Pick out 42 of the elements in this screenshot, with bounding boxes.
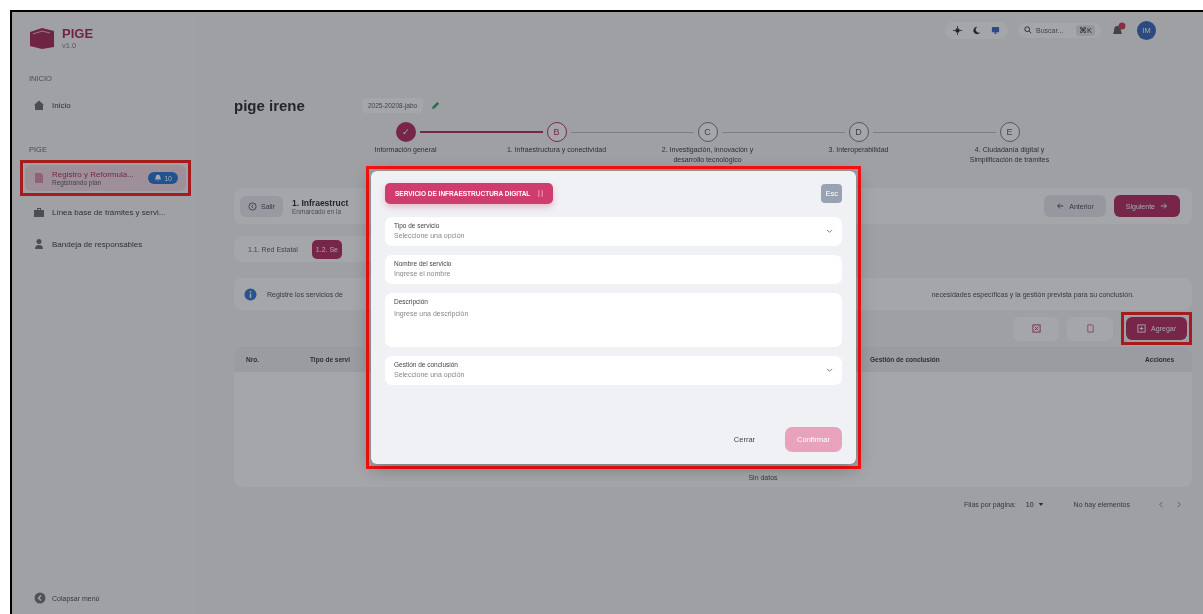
chevron-down-icon <box>826 229 833 234</box>
step-marker[interactable]: ✓ <box>395 122 416 142</box>
section-title: 1. Infraestruct <box>292 197 349 208</box>
bell-icon <box>154 174 163 182</box>
person-icon <box>33 238 45 250</box>
file-icon <box>1085 324 1095 333</box>
search-icon <box>1024 26 1032 34</box>
sun-icon[interactable] <box>953 25 962 35</box>
app-name: PIGE <box>62 26 94 41</box>
step-marker[interactable]: E <box>999 122 1020 142</box>
collapse-icon[interactable] <box>34 592 46 604</box>
previous-page-icon[interactable] <box>1158 501 1165 508</box>
excel-export-button[interactable] <box>1013 316 1060 341</box>
caret-down-icon <box>1037 502 1044 507</box>
x-square-icon <box>1031 324 1041 333</box>
book-logo-icon <box>28 26 56 50</box>
pdf-export-button[interactable] <box>1067 316 1114 341</box>
drag-handle-icon <box>538 189 544 198</box>
arrow-left-icon <box>1056 202 1065 210</box>
arrow-right-icon <box>1160 202 1168 210</box>
briefcase-icon <box>33 206 45 218</box>
item-label: Inicio <box>52 100 72 110</box>
item-label: Registro y Reformula... <box>52 170 135 179</box>
step-marker[interactable]: B <box>546 122 567 142</box>
project-title: pige irene <box>234 97 306 114</box>
sidebar-item[interactable]: Inicio <box>25 94 186 116</box>
pencil-icon[interactable] <box>431 101 441 110</box>
info-icon <box>244 287 257 301</box>
step-marker[interactable]: C <box>697 122 718 142</box>
chevron-down-icon <box>826 368 833 373</box>
monitor-icon[interactable] <box>991 25 1000 35</box>
next-page-icon[interactable] <box>1175 501 1182 508</box>
back-circle-icon <box>248 201 257 211</box>
sidebar-item[interactable]: Bandeja de responsables <box>25 233 186 255</box>
step-marker[interactable]: D <box>848 122 869 142</box>
home-icon <box>33 99 45 111</box>
item-label: Bandeja de responsables <box>52 239 144 249</box>
item-label: Línea base de trámites y servi... <box>52 207 167 217</box>
plus-square-icon <box>1137 324 1147 333</box>
moon-icon[interactable] <box>972 25 981 35</box>
sidebar-item[interactable]: Línea base de trámites y servi... <box>25 201 186 223</box>
document-icon <box>33 172 45 184</box>
